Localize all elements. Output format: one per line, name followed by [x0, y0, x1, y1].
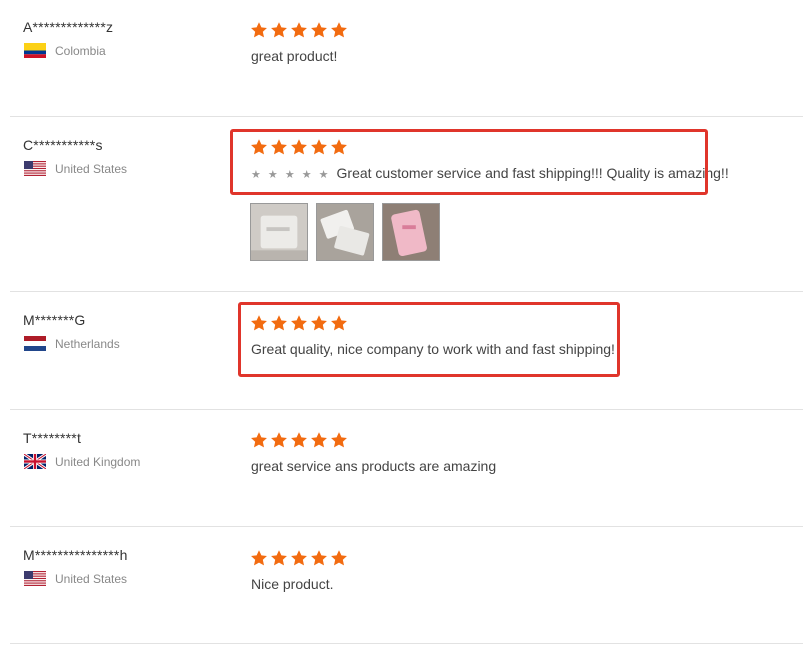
reviewer-country: Netherlands: [24, 336, 120, 351]
reviewer-name: M*******G: [23, 312, 86, 328]
highlight-box: [230, 129, 708, 195]
star-icon: [270, 549, 288, 567]
review-photo-thumbnail[interactable]: [316, 203, 374, 261]
star-icon: [290, 431, 308, 449]
star-icon: [250, 549, 268, 567]
star-icon: [310, 21, 328, 39]
star-icon: [250, 21, 268, 39]
uk-flag-icon: [24, 454, 46, 469]
divider: [10, 526, 803, 527]
us-flag-icon: [24, 161, 46, 176]
star-icon: [330, 431, 348, 449]
reviewer-name: M***************h: [23, 547, 128, 563]
highlight-box: [238, 302, 620, 377]
review-photos: [250, 203, 440, 261]
country-name: United States: [55, 571, 128, 586]
reviewer-country: United Kingdom: [24, 454, 140, 469]
divider: [10, 643, 803, 644]
reviewer-country: United States: [24, 161, 127, 176]
country-name: Colombia: [55, 43, 106, 58]
reviewer-country: United States: [24, 571, 127, 586]
star-icon: [330, 549, 348, 567]
star-icon: [310, 549, 328, 567]
star-rating: [250, 549, 348, 567]
reviewer-name: A*************z: [23, 19, 114, 35]
divider: [10, 116, 803, 117]
star-rating: [250, 21, 348, 39]
star-icon: [250, 431, 268, 449]
divider: [10, 409, 803, 410]
star-icon: [290, 21, 308, 39]
colombia-flag-icon: [24, 43, 46, 58]
review-text: great service ans products are amazing: [251, 458, 497, 474]
country-name: Netherlands: [55, 336, 120, 351]
star-icon: [330, 21, 348, 39]
star-rating: [250, 431, 348, 449]
country-name: United Kingdom: [55, 454, 141, 469]
star-icon: [270, 431, 288, 449]
country-name: United States: [55, 161, 128, 176]
reviewer-country: Colombia: [24, 43, 106, 58]
review-text: great product!: [251, 48, 338, 64]
us-flag-icon: [24, 571, 46, 586]
star-icon: [290, 549, 308, 567]
review-photo-thumbnail[interactable]: [250, 203, 308, 261]
star-icon: [310, 431, 328, 449]
review-photo-thumbnail[interactable]: [382, 203, 440, 261]
netherlands-flag-icon: [24, 336, 46, 351]
divider: [10, 291, 803, 292]
reviewer-name: T********t: [23, 430, 82, 446]
star-icon: [270, 21, 288, 39]
review-text: Nice product.: [251, 576, 334, 592]
reviewer-name: C***********s: [23, 137, 103, 153]
